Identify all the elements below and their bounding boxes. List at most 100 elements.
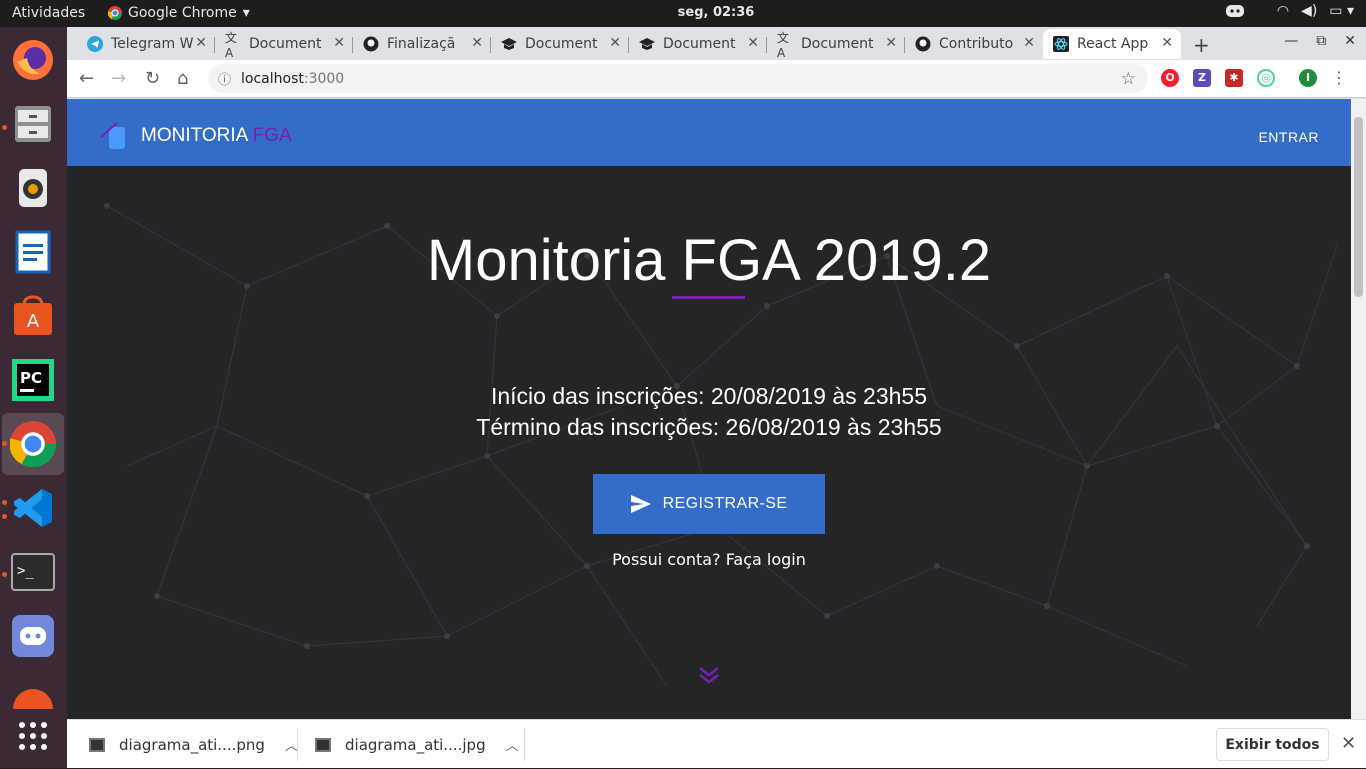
registration-end: Término das inscrições: 26/08/2019 às 23… [476, 414, 942, 440]
extensions-area: O Z ✱ ◎ I ⋮ [1161, 68, 1347, 87]
tab-label: Document [249, 36, 322, 52]
site-brand[interactable]: MONITORIA FGA [99, 121, 292, 151]
system-top-bar: Atividades Google Chrome ▾ seg, 02:36 ◠ … [0, 0, 1366, 27]
tab-document-3[interactable]: Document ✕ [629, 29, 767, 59]
scrollbar-thumb[interactable] [1354, 117, 1363, 297]
browser-window: Telegram W ✕ 文A Document ✕ Finalizaçã ✕ … [67, 27, 1366, 768]
window-controls: — ⧉ ✕ [1284, 33, 1356, 49]
clock[interactable]: seg, 02:36 [0, 5, 1366, 20]
profile-avatar[interactable]: I [1299, 68, 1317, 87]
system-tray[interactable]: ◠ ◀) ▭ ▾ [1225, 3, 1354, 19]
color-picker-extension-icon[interactable]: ◎ [1257, 68, 1275, 87]
close-tab-icon[interactable]: ✕ [609, 35, 621, 51]
close-tab-icon[interactable]: ✕ [195, 35, 207, 51]
running-indicator [2, 125, 7, 130]
chrome-icon [10, 421, 56, 467]
volume-icon[interactable]: ◀) [1301, 3, 1317, 19]
tab-label: Telegram W [111, 36, 193, 52]
register-button[interactable]: REGISTRAR-SE [593, 474, 825, 534]
new-tab-button[interactable]: + [1193, 33, 1210, 57]
rhythmbox-launcher[interactable] [8, 163, 58, 213]
image-file-icon [315, 737, 331, 752]
tab-finalizacao[interactable]: Finalizaçã ✕ [353, 29, 491, 59]
close-tab-icon[interactable]: ✕ [333, 35, 345, 51]
app-grid-icon [19, 722, 47, 750]
firefox-launcher[interactable] [8, 35, 58, 85]
login-link[interactable]: Possui conta? Faça login [67, 550, 1351, 569]
info-icon[interactable]: ⓘ [218, 69, 231, 88]
shopping-bag-icon: A [14, 295, 52, 335]
close-download-shelf-icon[interactable]: ✕ [1341, 733, 1356, 754]
firefox-icon [13, 40, 53, 80]
pycharm-launcher[interactable]: PC [8, 355, 58, 405]
tab-react-app[interactable]: React App ✕ [1043, 29, 1181, 59]
close-tab-icon[interactable]: ✕ [471, 35, 483, 51]
vscode-icon [14, 489, 52, 527]
tab-label: React App [1077, 36, 1149, 52]
bookmark-star-icon[interactable]: ☆ [1121, 69, 1136, 89]
running-indicator [2, 514, 7, 519]
show-applications-button[interactable] [8, 711, 58, 761]
discord-tray-icon[interactable] [1225, 4, 1245, 18]
minimize-icon[interactable]: — [1284, 33, 1298, 49]
chrome-launcher[interactable] [2, 413, 64, 475]
file-cabinet-icon [15, 106, 51, 142]
terminal-launcher[interactable]: >_ [8, 547, 58, 597]
page-scrollbar[interactable] [1351, 99, 1366, 719]
enter-link[interactable]: ENTRAR [1258, 129, 1319, 145]
menu-kebab-icon[interactable]: ⋮ [1331, 68, 1347, 87]
tab-label: Finalizaçã [387, 36, 456, 52]
terminal-icon: >_ [11, 553, 55, 591]
chevron-up-icon[interactable]: ︿ [285, 735, 298, 754]
vscode-launcher[interactable] [8, 483, 58, 533]
download-shelf: diagrama_ati....png ︿ diagrama_ati....jp… [67, 719, 1366, 768]
register-label: REGISTRAR-SE [662, 495, 788, 512]
download-filename: diagrama_ati....jpg [345, 735, 486, 754]
chevron-double-down-icon[interactable] [697, 665, 721, 685]
forward-icon[interactable]: → [111, 68, 126, 89]
tab-telegram[interactable]: Telegram W ✕ [77, 29, 215, 59]
svg-text:A: A [27, 311, 40, 332]
logo-icon [100, 122, 125, 149]
translate-icon: 文A [777, 30, 790, 60]
download-item[interactable]: diagrama_ati....jpg ︿ [315, 720, 519, 769]
close-tab-icon[interactable]: ✕ [1161, 35, 1173, 51]
back-icon[interactable]: ← [79, 68, 94, 89]
tab-contributor[interactable]: Contributo ✕ [905, 29, 1043, 59]
svg-text:PC: PC [20, 369, 42, 387]
home-icon[interactable]: ⌂ [177, 68, 188, 89]
page-viewport: MONITORIA FGA ENTRAR Monitoria FGA 2019.… [67, 99, 1351, 719]
opera-extension-icon[interactable]: O [1161, 68, 1179, 87]
z-extension-icon[interactable]: Z [1193, 68, 1211, 87]
discord-launcher[interactable] [8, 611, 58, 661]
close-tab-icon[interactable]: ✕ [747, 35, 759, 51]
maximize-icon[interactable]: ⧉ [1316, 33, 1326, 49]
send-icon [630, 495, 651, 513]
browser-toolbar: ← → ↻ ⌂ ⓘ localhost:3000 ☆ O Z ✱ ◎ I ⋮ [67, 60, 1366, 98]
close-tab-icon[interactable]: ✕ [1023, 35, 1035, 51]
image-file-icon [89, 737, 105, 752]
download-filename: diagrama_ati....png [119, 735, 265, 754]
battery-icon[interactable]: ▭ ▾ [1329, 3, 1354, 19]
brand-accent: FGA [252, 125, 292, 146]
files-launcher[interactable] [8, 99, 58, 149]
tab-document-4[interactable]: 文A Document ✕ [767, 29, 905, 60]
writer-launcher[interactable] [8, 227, 58, 277]
running-indicator [2, 500, 7, 505]
close-tab-icon[interactable]: ✕ [885, 35, 897, 51]
svg-text:>_: >_ [17, 563, 34, 579]
chevron-up-icon[interactable]: ︿ [506, 735, 519, 754]
address-bar[interactable]: ⓘ localhost:3000 ☆ [208, 64, 1148, 93]
tab-document-2[interactable]: Document ✕ [491, 29, 629, 59]
reload-icon[interactable]: ↻ [145, 68, 160, 89]
download-item[interactable]: diagrama_ati....png ︿ [89, 720, 298, 769]
show-all-downloads-button[interactable]: Exibir todos [1216, 728, 1329, 761]
speaker-icon [19, 169, 47, 207]
wifi-icon[interactable]: ◠ [1277, 3, 1289, 19]
close-window-icon[interactable]: ✕ [1344, 33, 1356, 49]
brand-main: MONITORIA [141, 125, 248, 146]
tab-document-1[interactable]: 文A Document ✕ [215, 29, 353, 60]
github-icon [363, 36, 379, 52]
ladybug-extension-icon[interactable]: ✱ [1225, 68, 1243, 87]
software-launcher[interactable]: A [8, 291, 58, 341]
